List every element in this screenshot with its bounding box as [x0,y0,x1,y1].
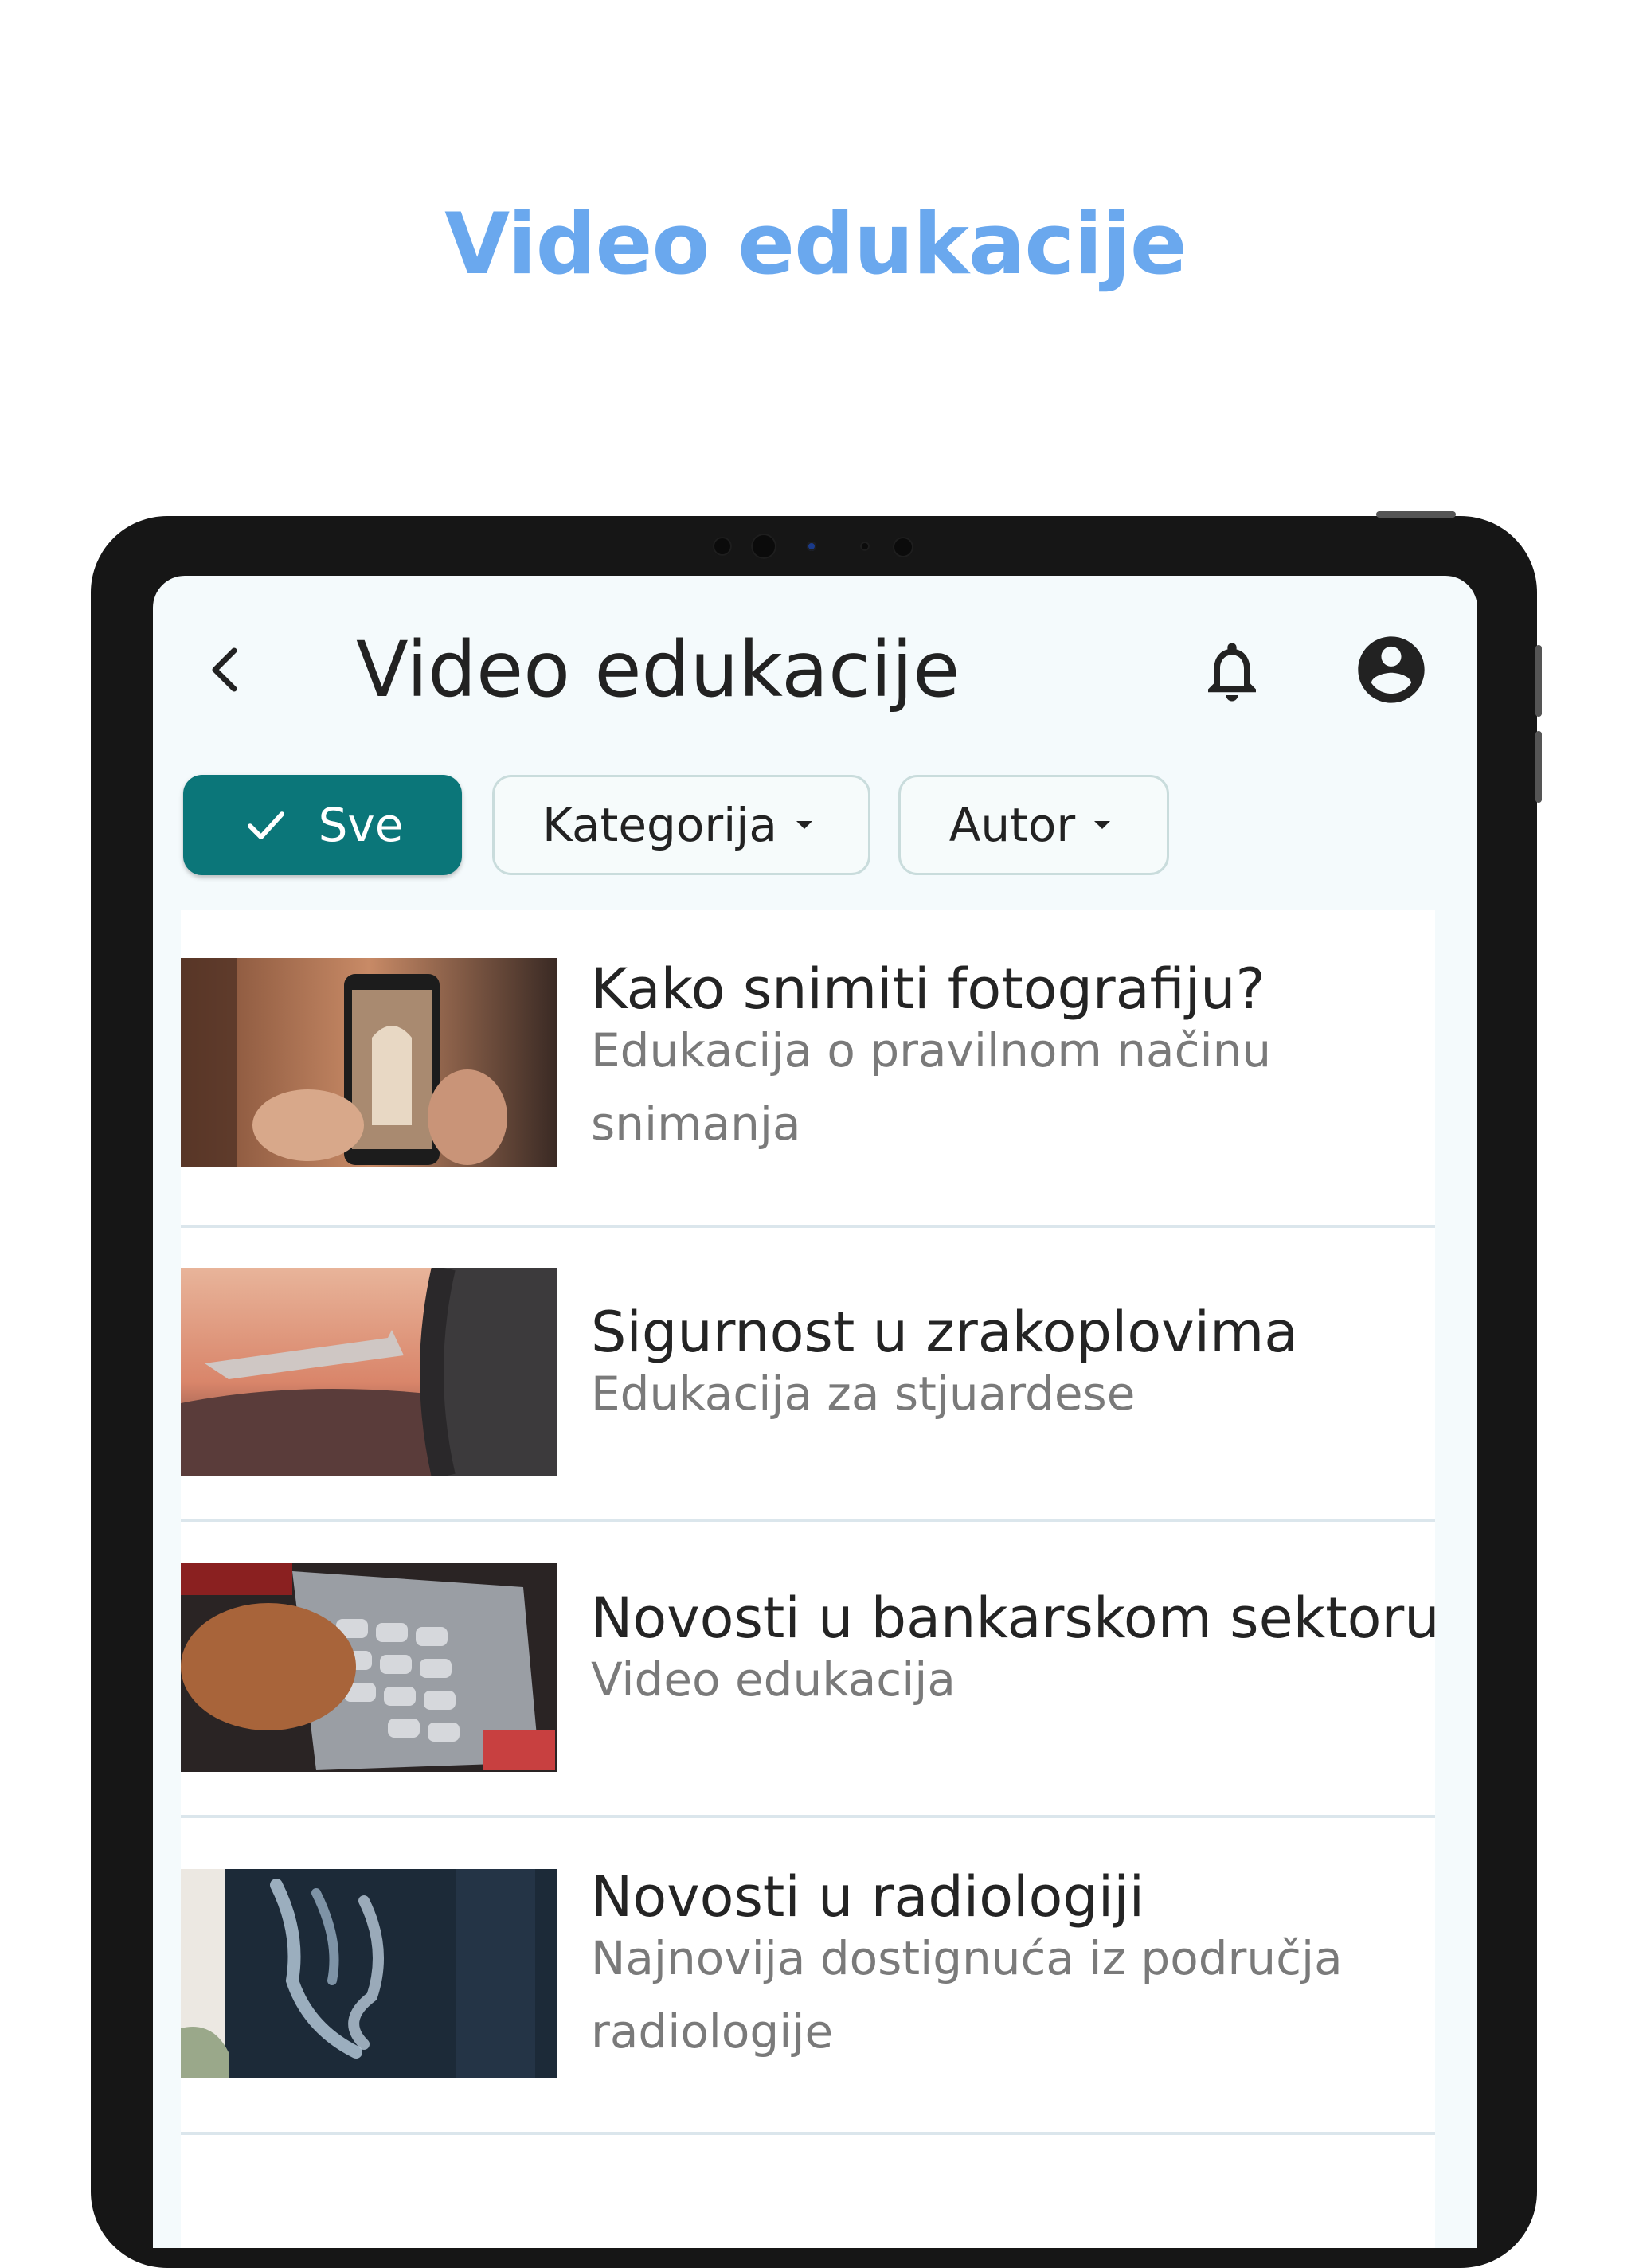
tablet-top-button [1376,511,1456,518]
profile-button[interactable] [1351,630,1431,710]
filter-chip-author-label: Autor [948,798,1076,852]
video-thumbnail [181,958,557,1167]
bell-icon [1208,643,1256,702]
video-subtitle: Video edukacija [591,1652,956,1707]
tablet-volume-down [1535,731,1542,803]
back-arrow-icon [212,647,237,692]
list-item[interactable]: Kako snimiti fotografiju? Edukacija o pr… [181,910,1435,1228]
video-list: Kako snimiti fotografiju? Edukacija o pr… [181,910,1440,2248]
video-subtitle: Edukacija o pravilnom načinu snimanja [591,1023,1272,1151]
list-item[interactable]: Novosti u bankarskom sektoru Video eduka… [181,1522,1440,1818]
filter-chip-all[interactable]: Sve [183,775,462,875]
filter-chip-category-label: Kategorija [542,798,777,852]
camera-bar [713,534,920,559]
video-title: Sigurnost u zrakoplovima [591,1300,1299,1365]
video-subtitle: Edukacija za stjuardese [591,1367,1136,1421]
video-thumbnail [181,1268,557,1476]
list-item[interactable]: Sigurnost u zrakoplovima Edukacija za st… [181,1228,1435,1522]
video-title: Novosti u bankarskom sektoru [591,1586,1440,1651]
page-title: Video edukacije [356,625,960,714]
video-thumbnail [181,1869,557,2078]
video-title: Kako snimiti fotografiju? [591,956,1265,1022]
video-title: Novosti u radiologiji [591,1864,1145,1930]
video-thumbnail [181,1563,557,1772]
filter-chip-category[interactable]: Kategorija [492,775,870,875]
check-icon [247,811,284,839]
promo-title: Video edukacije [444,195,1187,293]
tablet-volume-up [1535,645,1542,717]
back-button[interactable] [201,638,248,702]
app-bar: Video edukacije [153,576,1477,751]
app-screen: Video edukacije Sve Kategorija Autor Kak… [153,576,1477,2248]
video-subtitle: Najnovija dostignuća iz područja radiolo… [591,1931,1343,2059]
notifications-button[interactable] [1196,632,1268,711]
account-circle-icon [1358,636,1425,703]
filter-chip-author[interactable]: Autor [898,775,1169,875]
filter-chip-all-label: Sve [318,798,404,852]
dropdown-arrow-icon [796,821,812,829]
dropdown-arrow-icon [1094,821,1111,829]
list-item[interactable]: Novosti u radiologiji Najnovija dostignu… [181,1818,1435,2135]
